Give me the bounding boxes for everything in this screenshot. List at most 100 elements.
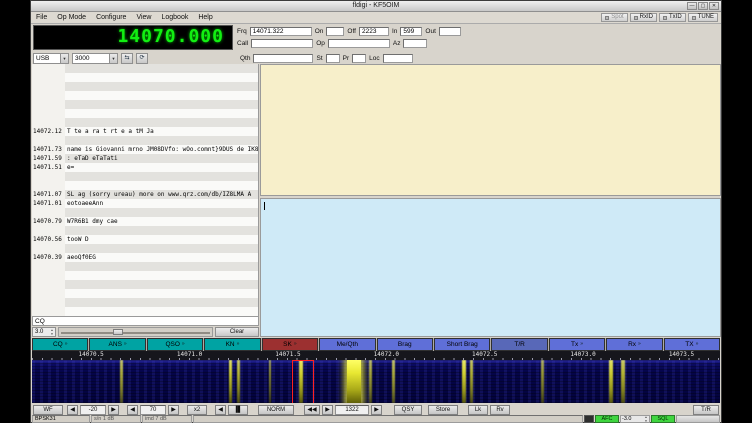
macro-sk-button[interactable]: SK» (262, 338, 318, 351)
center-waterfall-button[interactable]: ▐▌ (228, 405, 248, 415)
lock-button[interactable]: Lk (468, 405, 488, 415)
frequency-display[interactable]: 14070.000 (33, 25, 233, 50)
seek-input[interactable] (32, 316, 259, 326)
minimize-button[interactable]: — (687, 2, 697, 10)
browser-row[interactable] (32, 109, 258, 118)
browser-row[interactable] (32, 64, 258, 73)
macro-cq-button[interactable]: CQ» (32, 338, 88, 351)
time-on-field[interactable] (326, 27, 344, 36)
range-decrease-button[interactable]: ◀ (127, 405, 138, 415)
macro-rx-button[interactable]: Rx» (606, 338, 662, 351)
browser-row[interactable] (32, 262, 258, 271)
menu-logbook[interactable]: Logbook (156, 12, 193, 23)
menu-op-mode[interactable]: Op Mode (52, 12, 91, 23)
macro-short-brag-button[interactable]: Short Brag (434, 338, 490, 351)
range-field[interactable]: 70 (140, 405, 166, 415)
txrx-button[interactable]: T/R (693, 405, 719, 415)
macro-ans-button[interactable]: ANS» (89, 338, 145, 351)
bandwidth-select[interactable]: 3000 ▼ (72, 53, 118, 64)
browser-row[interactable] (32, 118, 258, 127)
macro-brag-button[interactable]: Brag (377, 338, 433, 351)
browser-row[interactable]: 14071.59: eTaD eTaTati (32, 154, 258, 163)
browser-row[interactable]: 14072.12T te a ra t rt e a tM Ja (32, 127, 258, 136)
mode-select[interactable]: USB ▼ (33, 53, 69, 64)
rxid-toggle[interactable]: RxID (630, 13, 657, 22)
bandwidth-cursor[interactable] (292, 360, 314, 403)
rst-in-field[interactable] (400, 27, 422, 36)
menu-configure[interactable]: Configure (91, 12, 131, 23)
range-increase-button[interactable]: ▶ (168, 405, 179, 415)
st-field[interactable] (326, 54, 340, 63)
spot-toggle[interactable]: Spot (601, 13, 627, 22)
qsy-button[interactable]: QSY (394, 405, 422, 415)
scroll-left-button[interactable]: ◀ (215, 405, 226, 415)
az-field[interactable] (403, 39, 427, 48)
loc-field[interactable] (383, 54, 413, 63)
swap-button[interactable]: ⇆ (121, 53, 133, 64)
frq-field[interactable] (250, 27, 312, 36)
menu-help[interactable]: Help (193, 12, 217, 23)
txid-toggle[interactable]: TxID (659, 13, 686, 22)
close-button[interactable]: ✕ (709, 2, 719, 10)
browser-row[interactable]: 14070.39aeoQf0EG (32, 253, 258, 262)
freq-down-button[interactable]: ▶ (322, 405, 333, 415)
ref-decrease-button[interactable]: ◀ (67, 405, 78, 415)
browser-row[interactable]: 14071.73name is Giovanni mrno JM08DVfo: … (32, 145, 258, 154)
ref-increase-button[interactable]: ▶ (108, 405, 119, 415)
spinner-arrows-icon[interactable]: ▲▼ (49, 328, 55, 336)
browser-row[interactable] (32, 307, 258, 316)
browser-row[interactable] (32, 298, 258, 307)
wf-speed-button[interactable]: NORM (258, 405, 294, 415)
browser-row[interactable]: 14070.79W7R6B1 dmy cae (32, 217, 258, 226)
squelch-spinner[interactable]: 3.0 ▲▼ (32, 327, 56, 337)
revert-button[interactable]: ⟳ (136, 53, 148, 64)
menu-file[interactable]: File (31, 12, 52, 23)
macro-tx-button[interactable]: Tx» (549, 338, 605, 351)
pr-field[interactable] (352, 54, 366, 63)
browser-row[interactable] (32, 289, 258, 298)
browser-row[interactable] (32, 280, 258, 289)
browser-row[interactable]: 14071.51e= (32, 163, 258, 172)
clear-button[interactable]: Clear (215, 327, 259, 337)
browser-row[interactable]: 14070.56tooW D (32, 235, 258, 244)
slider-handle[interactable] (113, 329, 123, 335)
macro-me-qth-button[interactable]: Me/Qth (319, 338, 375, 351)
maximize-button[interactable]: ▢ (698, 2, 708, 10)
ref-level-field[interactable]: -20 (80, 405, 106, 415)
freq-up-button[interactable]: ▶ (371, 405, 382, 415)
rx-text-panel[interactable] (260, 64, 721, 196)
op-field[interactable] (328, 39, 390, 48)
menu-view[interactable]: View (131, 12, 156, 23)
browser-row[interactable] (32, 244, 258, 253)
browser-row[interactable] (32, 226, 258, 235)
time-off-field[interactable] (359, 27, 389, 36)
macro-tx2-button[interactable]: TX» (664, 338, 720, 351)
browser-row[interactable] (32, 172, 258, 181)
afc-toggle[interactable]: AFC (595, 415, 619, 423)
browser-row[interactable] (32, 91, 258, 100)
rst-out-field[interactable] (439, 27, 461, 36)
sql-toggle[interactable]: SQL (651, 415, 675, 423)
waterfall-display[interactable] (32, 360, 720, 403)
zoom-button[interactable]: x2 (187, 405, 207, 415)
browser-row[interactable] (32, 271, 258, 280)
browser-row[interactable] (32, 82, 258, 91)
macro-t-r-button[interactable]: T/R (491, 338, 547, 351)
spinner-arrows-icon[interactable]: ▲▼ (643, 415, 649, 423)
wf-mode-button[interactable]: WF (33, 405, 63, 415)
audio-freq-field[interactable]: 1322 (335, 405, 369, 415)
browser-row[interactable]: 14071.01eotoaeeAnn (32, 199, 258, 208)
titlebar[interactable]: fldigi - KF5OIM —▢✕ (31, 1, 721, 12)
browser-row[interactable] (32, 100, 258, 109)
store-button[interactable]: Store (428, 405, 458, 415)
tx-text-panel[interactable] (260, 198, 721, 337)
browser-row[interactable] (32, 208, 258, 217)
mode-indicator[interactable]: BPSK31 (32, 415, 90, 423)
txlevel-spinner[interactable]: -3.0 ▲▼ (620, 415, 650, 423)
call-field[interactable] (251, 39, 313, 48)
browser-row[interactable]: 14071.07SL ag (sorry ureau) more on www.… (32, 190, 258, 199)
qth-field[interactable] (253, 54, 313, 63)
macro-kn-button[interactable]: KN» (204, 338, 260, 351)
browser-row[interactable] (32, 136, 258, 145)
tune-toggle[interactable]: TUNE (688, 13, 718, 22)
